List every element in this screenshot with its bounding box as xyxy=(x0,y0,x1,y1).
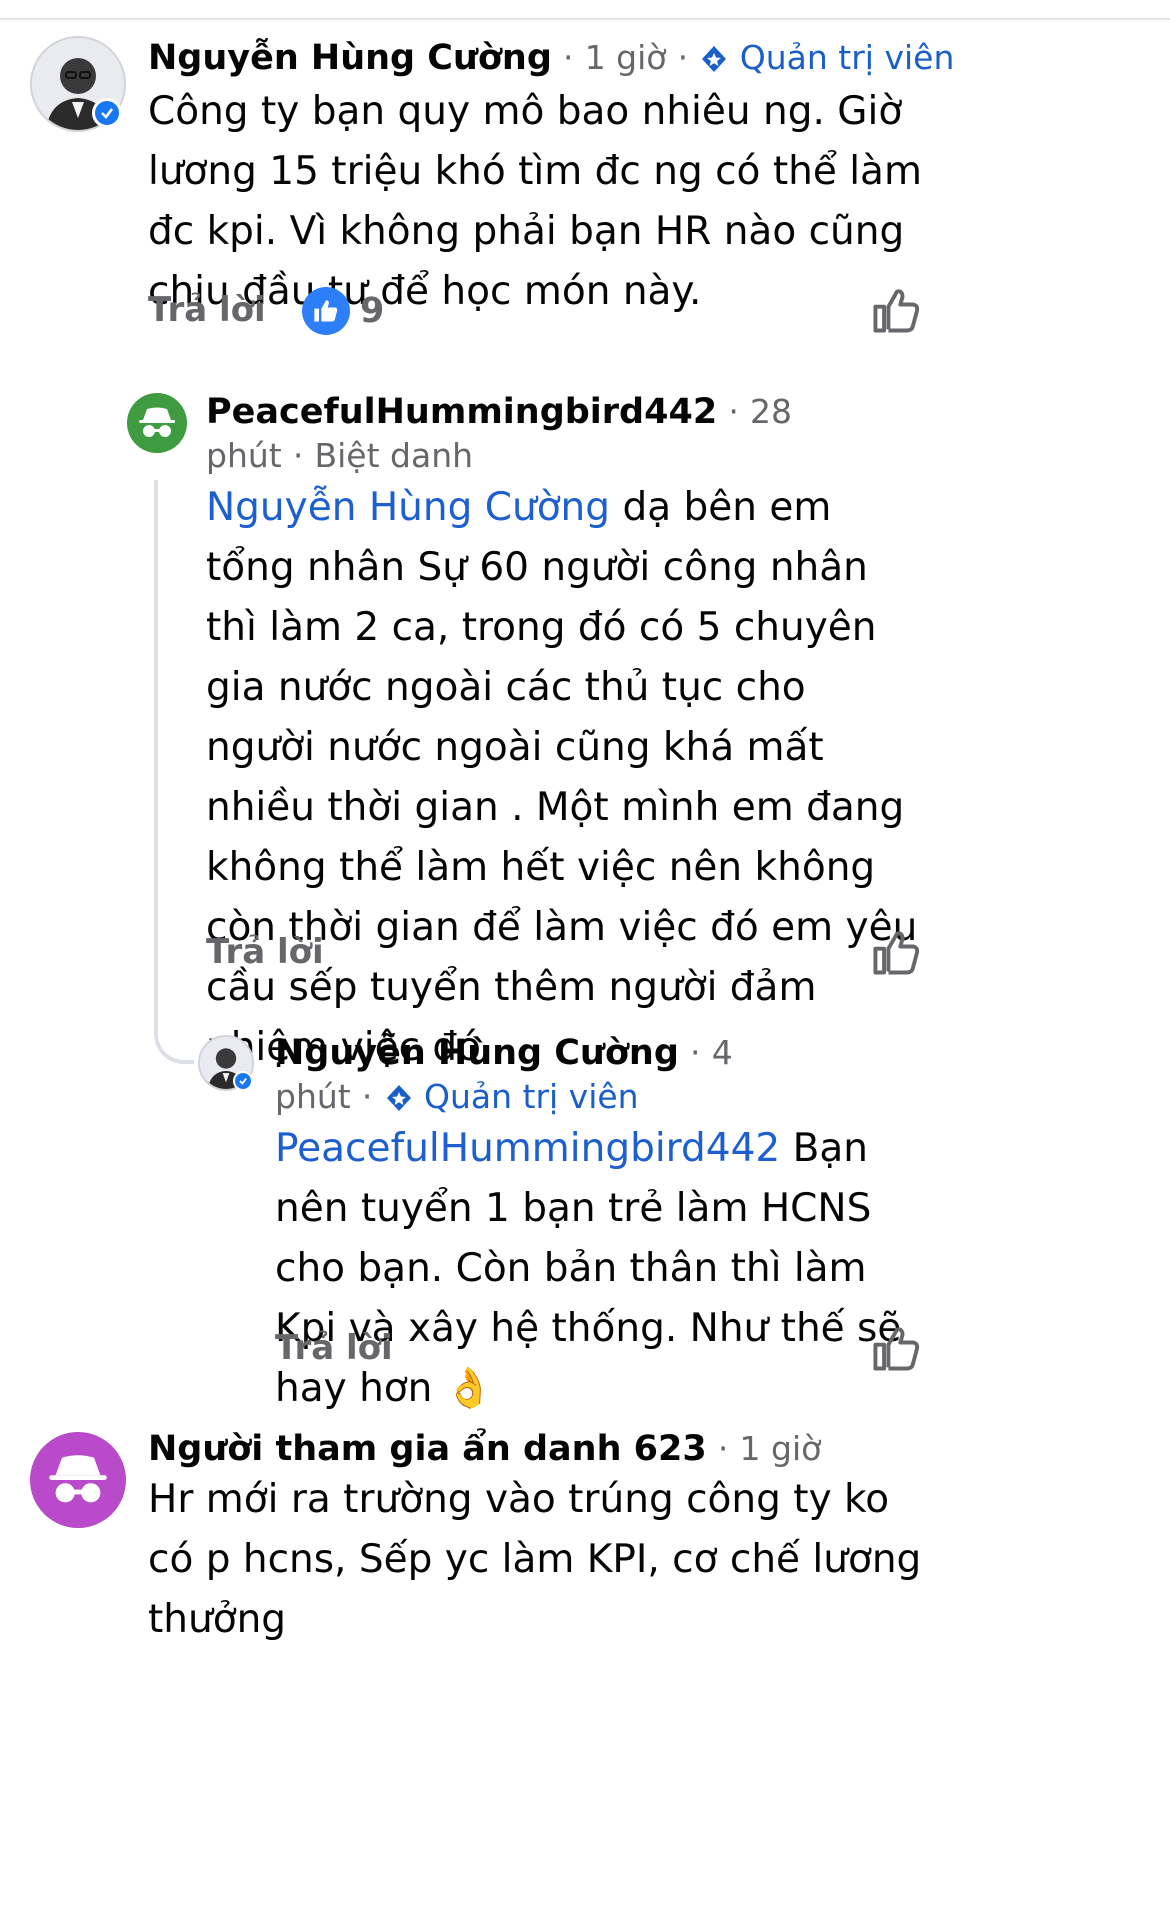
like-icon[interactable] xyxy=(870,1323,922,1375)
reply-button[interactable]: Trả lời xyxy=(275,1328,393,1368)
verified-badge-icon xyxy=(233,1071,253,1091)
role-label: Quản trị viên xyxy=(424,1077,639,1116)
comment-text: PeacefulHummingbird442 Bạn nên tuyển 1 b… xyxy=(275,1119,935,1419)
timestamp[interactable]: 1 giờ xyxy=(740,1429,822,1468)
author-name[interactable]: PeacefulHummingbird442 xyxy=(206,392,717,432)
timestamp[interactable]: 28 xyxy=(750,392,792,431)
comment-header: Nguyễn Hùng Cường · 1 giờ · Quản trị viê… xyxy=(148,36,954,80)
comment-text: Hr mới ra trường vào trúng công ty ko có… xyxy=(148,1477,922,1642)
reply-button[interactable]: Trả lời xyxy=(206,932,324,972)
incognito-icon xyxy=(49,1455,107,1503)
separator: · xyxy=(677,38,689,77)
anonymous-avatar[interactable] xyxy=(30,1432,126,1528)
mention-link[interactable]: PeacefulHummingbird442 xyxy=(275,1126,780,1171)
top-divider xyxy=(0,18,1170,20)
nickname-label: Biệt danh xyxy=(314,436,474,475)
reaction-summary[interactable]: 9 xyxy=(302,287,384,335)
comment-header: Nguyễn Hùng Cường · 4 xyxy=(275,1031,733,1075)
admin-shield-icon xyxy=(386,1085,411,1111)
separator: · xyxy=(717,1429,729,1468)
comment-header-line2: phút · Quản trị viên xyxy=(275,1075,639,1119)
timestamp-unit[interactable]: phút xyxy=(275,1077,351,1116)
timestamp[interactable]: 4 xyxy=(712,1033,733,1072)
comment-header: Người tham gia ẩn danh 623 · 1 giờ xyxy=(148,1427,821,1471)
comment-body-text: dạ bên em tổng nhân Sự 60 người công nhâ… xyxy=(206,485,918,1070)
reply-button[interactable]: Trả lời xyxy=(148,290,266,330)
incognito-icon xyxy=(139,407,175,437)
thread-line xyxy=(154,480,194,1064)
role-label: Quản trị viên xyxy=(739,38,955,77)
verified-badge-icon xyxy=(92,98,122,128)
author-name[interactable]: Nguyễn Hùng Cường xyxy=(275,1033,679,1073)
timestamp[interactable]: 1 giờ xyxy=(585,38,667,77)
anonymous-avatar[interactable] xyxy=(127,393,187,453)
comment-text: Nguyễn Hùng Cường dạ bên em tổng nhân Sự… xyxy=(206,478,926,1078)
timestamp-unit[interactable]: phút xyxy=(206,436,282,475)
author-name[interactable]: Nguyễn Hùng Cường xyxy=(148,38,552,78)
admin-badge: Quản trị viên xyxy=(699,38,954,77)
comment-header: PeacefulHummingbird442 · 28 xyxy=(206,390,792,434)
comment-text: Công ty bạn quy mô bao nhiêu ng. Giờ lươ… xyxy=(148,89,922,314)
separator: · xyxy=(690,1033,701,1072)
separator: · xyxy=(292,436,304,475)
mention-link[interactable]: Nguyễn Hùng Cường xyxy=(206,485,610,530)
separator: · xyxy=(563,38,574,77)
thumbs-up-icon xyxy=(302,287,350,335)
author-name[interactable]: Người tham gia ẩn danh 623 xyxy=(148,1429,707,1469)
like-icon[interactable] xyxy=(870,285,922,337)
separator: · xyxy=(728,392,739,431)
like-icon[interactable] xyxy=(870,927,922,979)
admin-shield-icon xyxy=(702,46,727,72)
admin-badge: Quản trị viên xyxy=(384,1077,639,1116)
ok-hand-emoji: 👌 xyxy=(444,1366,494,1411)
separator: · xyxy=(361,1077,373,1116)
comment-header-line2: phút · Biệt danh xyxy=(206,434,473,478)
reaction-count: 9 xyxy=(360,291,385,331)
